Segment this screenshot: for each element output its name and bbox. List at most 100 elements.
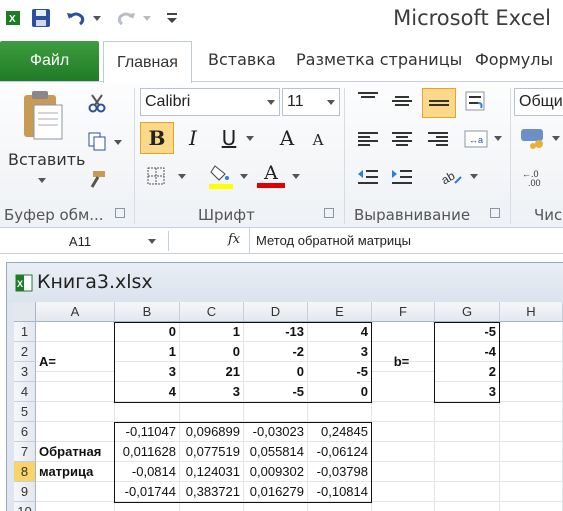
cell-h1[interactable] [500, 322, 563, 342]
cell-d5[interactable] [244, 402, 308, 422]
cell-b7[interactable]: 0,011628 [115, 442, 180, 462]
cell-e10[interactable] [308, 502, 372, 511]
cell-a9[interactable] [36, 482, 115, 502]
underline-dropdown-icon[interactable] [246, 136, 254, 141]
formula-bar-splitter[interactable] [168, 231, 180, 251]
orientation-dropdown-icon[interactable] [470, 174, 478, 179]
cell-a1[interactable] [36, 322, 115, 342]
align-bottom-button[interactable] [422, 88, 456, 118]
row-header-3[interactable]: 3 [14, 362, 36, 382]
cell-h8[interactable] [500, 462, 563, 482]
cell-d2[interactable]: -2 [244, 342, 308, 362]
cell-a4[interactable] [36, 382, 115, 402]
font-launcher-icon[interactable] [324, 208, 334, 218]
paste-dropdown-icon[interactable] [38, 178, 46, 183]
cell-e8[interactable]: -0,03798 [308, 462, 372, 482]
column-header-b[interactable]: B [115, 302, 180, 322]
cell-c5[interactable] [180, 402, 244, 422]
cell-g9[interactable] [435, 482, 500, 502]
cell-a6[interactable] [36, 422, 115, 442]
cell-c1[interactable]: 1 [180, 322, 244, 342]
grow-font-button[interactable]: A [274, 122, 300, 154]
cell-a8[interactable]: матрица [36, 462, 115, 482]
redo-icon[interactable] [114, 5, 138, 31]
cell-g2[interactable]: -4 [435, 342, 500, 362]
font-color-button[interactable]: A [256, 160, 286, 190]
paste-button[interactable]: Вставить [8, 150, 85, 169]
row-header-5[interactable]: 5 [14, 402, 36, 422]
currency-format-icon[interactable] [518, 124, 548, 152]
increase-indent-icon[interactable] [388, 166, 416, 188]
cell-c10[interactable] [180, 502, 244, 511]
bold-button[interactable]: B [140, 122, 174, 154]
shrink-font-button[interactable]: A [306, 126, 330, 154]
cell-f3[interactable]: b= [372, 352, 435, 372]
cell-g8[interactable] [435, 462, 500, 482]
cell-f7[interactable] [372, 442, 435, 462]
fill-color-dropdown-icon[interactable] [240, 174, 248, 179]
row-header-9[interactable]: 9 [14, 482, 36, 502]
column-header-a[interactable]: A [36, 302, 115, 322]
cell-b4[interactable]: 4 [115, 382, 180, 402]
column-header-c[interactable]: C [180, 302, 244, 322]
italic-button[interactable]: I [178, 122, 208, 154]
row-header-10[interactable]: 10 [14, 502, 36, 511]
row-header-1[interactable]: 1 [14, 322, 36, 342]
cell-f4[interactable] [372, 382, 435, 402]
cell-e6[interactable]: 0,24845 [308, 422, 372, 442]
tab-insert[interactable]: Вставка [208, 50, 276, 69]
tab-file[interactable]: Файл [0, 41, 99, 81]
cell-c9[interactable]: 0,383721 [180, 482, 244, 502]
font-size-combo[interactable]: 11 [282, 88, 340, 116]
cell-b8[interactable]: -0,0814 [115, 462, 180, 482]
row-header-8[interactable]: 8 [14, 462, 36, 482]
cell-f9[interactable] [372, 482, 435, 502]
orientation-icon[interactable]: ab [436, 162, 464, 188]
align-left-icon[interactable] [358, 132, 378, 148]
font-name-combo[interactable]: Calibri [140, 88, 280, 116]
currency-dropdown-icon[interactable] [552, 136, 560, 141]
align-right-icon[interactable] [428, 132, 448, 148]
row-header-7[interactable]: 7 [14, 442, 36, 462]
cell-e2[interactable]: 3 [308, 342, 372, 362]
cell-g6[interactable] [435, 422, 500, 442]
undo-icon[interactable] [64, 5, 88, 31]
cell-f6[interactable] [372, 422, 435, 442]
cell-h7[interactable] [500, 442, 563, 462]
column-header-e[interactable]: E [308, 302, 372, 322]
cell-d4[interactable]: -5 [244, 382, 308, 402]
borders-icon[interactable] [144, 164, 168, 188]
cell-e4[interactable]: 0 [308, 382, 372, 402]
save-icon[interactable] [28, 5, 54, 31]
cell-c8[interactable]: 0,124031 [180, 462, 244, 482]
cell-c2[interactable]: 0 [180, 342, 244, 362]
cell-g10[interactable] [435, 502, 500, 511]
name-box-dropdown-icon[interactable] [148, 239, 156, 244]
copy-icon[interactable] [86, 130, 108, 152]
merge-center-icon[interactable]: ↔a [462, 126, 490, 152]
cell-e5[interactable] [308, 402, 372, 422]
fill-color-icon[interactable] [206, 162, 236, 190]
cell-d7[interactable]: 0,055814 [244, 442, 308, 462]
merge-dropdown-icon[interactable] [494, 136, 502, 141]
cell-g3[interactable]: 2 [435, 362, 500, 382]
cell-d10[interactable] [244, 502, 308, 511]
cell-g7[interactable] [435, 442, 500, 462]
cell-b5[interactable] [115, 402, 180, 422]
cell-h6[interactable] [500, 422, 563, 442]
cell-b3[interactable]: 3 [115, 362, 180, 382]
cell-b1[interactable]: 0 [115, 322, 180, 342]
increase-decimal-icon[interactable]: ←.0.00 [520, 166, 560, 188]
cell-h10[interactable] [500, 502, 563, 511]
cell-e1[interactable]: 4 [308, 322, 372, 342]
borders-dropdown-icon[interactable] [178, 174, 186, 179]
cell-d9[interactable]: 0,016279 [244, 482, 308, 502]
decrease-indent-icon[interactable] [354, 166, 382, 188]
cell-a3[interactable] [36, 362, 115, 382]
align-center-icon[interactable] [392, 132, 412, 148]
customize-icon[interactable] [164, 5, 180, 31]
select-all-corner[interactable] [14, 302, 36, 322]
row-header-4[interactable]: 4 [14, 382, 36, 402]
cell-d1[interactable]: -13 [244, 322, 308, 342]
cut-icon[interactable] [86, 92, 108, 114]
